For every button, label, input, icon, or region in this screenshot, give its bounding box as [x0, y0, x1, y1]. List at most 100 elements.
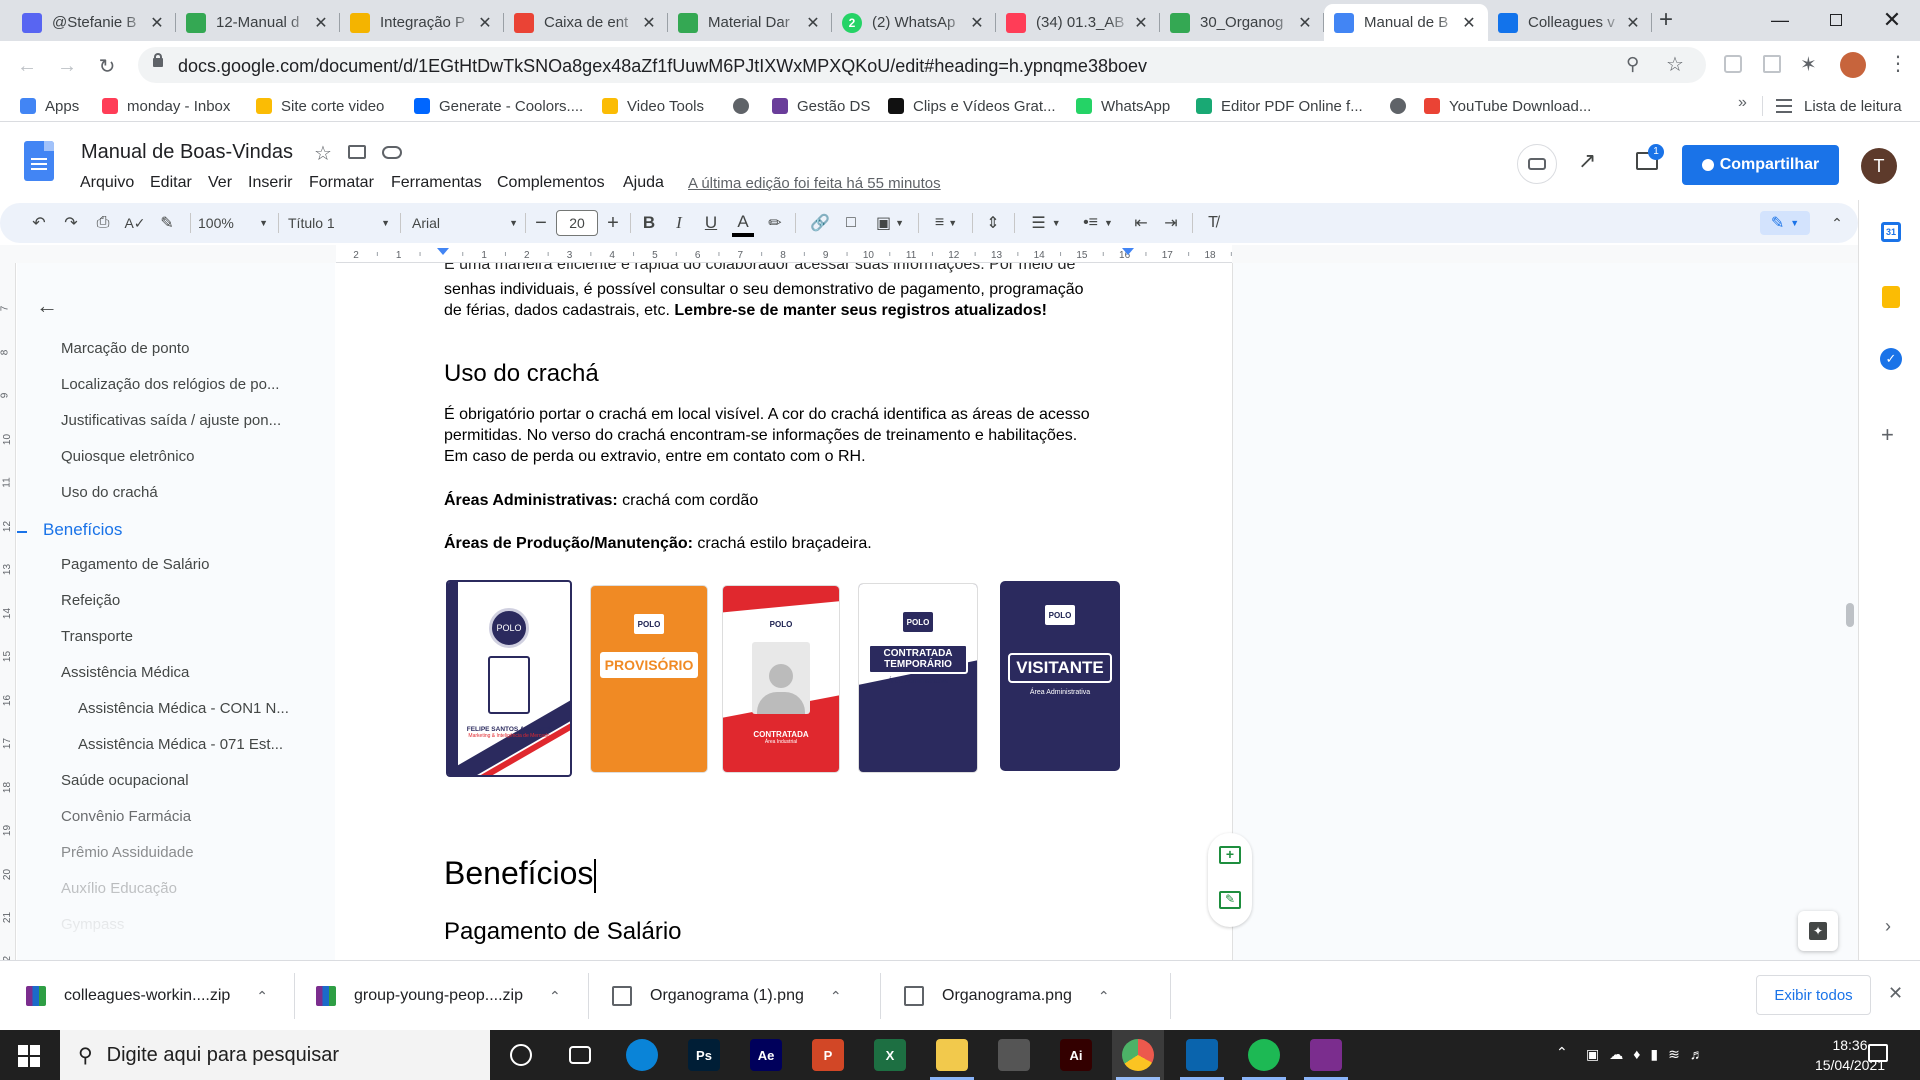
star-icon[interactable]: ☆: [314, 141, 332, 166]
increase-indent-icon[interactable]: ⇥: [1160, 211, 1182, 235]
badge-contratada-image[interactable]: POLO CONTRATADA Área Industrial: [722, 585, 840, 773]
link-icon[interactable]: 🔗: [808, 211, 832, 235]
winrar-icon[interactable]: [1310, 1039, 1342, 1071]
browser-menu-icon[interactable]: ⋮: [1888, 51, 1908, 77]
store-icon[interactable]: [998, 1039, 1030, 1071]
spellcheck-icon[interactable]: A✓: [124, 211, 146, 235]
last-edit-link[interactable]: A última edição foi feita há 55 minutos: [688, 175, 941, 192]
close-tab-icon[interactable]: ✕: [1624, 13, 1642, 33]
bookmark-item[interactable]: Generate - Coolors....: [414, 95, 583, 117]
bookmark-item[interactable]: WhatsApp: [1076, 95, 1170, 117]
close-tab-icon[interactable]: ✕: [640, 13, 658, 33]
show-all-button[interactable]: Exibir todos: [1756, 975, 1871, 1015]
outline-item[interactable]: Quiosque eletrônico: [61, 448, 311, 465]
address-bar[interactable]: docs.google.com/document/d/1EGtHtDwTkSNO…: [138, 47, 1706, 83]
redo-icon[interactable]: ↷: [60, 211, 82, 235]
vertical-ruler[interactable]: 78910111213141516171819202122: [0, 263, 16, 967]
outline-item[interactable]: Marcação de ponto: [61, 340, 311, 357]
bookmark-item[interactable]: Gestão DS: [772, 95, 870, 117]
back-icon[interactable]: ←: [14, 53, 40, 79]
reload-icon[interactable]: ↻: [94, 53, 120, 79]
italic-icon[interactable]: I: [668, 211, 690, 235]
menu-ferramentas[interactable]: Ferramentas: [391, 174, 482, 192]
browser-tab[interactable]: Manual de B ✕: [1324, 4, 1488, 41]
outline-item[interactable]: Assistência Médica - 071 Est...: [78, 736, 313, 753]
download-item[interactable]: group-young-peop....zip ⌃: [316, 961, 561, 1031]
align-icon[interactable]: ≡ ▼: [928, 211, 964, 235]
new-tab-button[interactable]: +: [1652, 8, 1680, 33]
font-select[interactable]: Arial ▼: [412, 211, 518, 235]
extension-grid-icon[interactable]: [1763, 55, 1781, 73]
after-effects-icon[interactable]: Ae: [750, 1039, 782, 1071]
highlight-icon[interactable]: ✏: [764, 211, 786, 235]
bookmark-item[interactable]: Apps: [20, 95, 79, 117]
file-explorer-icon[interactable]: [936, 1039, 968, 1071]
add-comment-float-icon[interactable]: +: [1219, 846, 1241, 864]
taskbar-search[interactable]: ⚲ Digite aqui para pesquisar: [60, 1030, 490, 1080]
decrease-font-size-button[interactable]: −: [530, 211, 552, 235]
explore-button[interactable]: ✦: [1798, 911, 1838, 951]
close-tab-icon[interactable]: ✕: [804, 13, 822, 33]
user-avatar[interactable]: T: [1861, 148, 1897, 184]
bulleted-list-icon[interactable]: •≡ ▼: [1078, 211, 1118, 235]
menu-inserir[interactable]: Inserir: [248, 174, 292, 192]
browser-tab[interactable]: @Stefanie B ✕: [12, 4, 176, 41]
outline-item[interactable]: Uso do crachá: [61, 484, 311, 501]
increase-font-size-button[interactable]: +: [602, 211, 624, 235]
maximize-button[interactable]: [1808, 0, 1864, 40]
doc-title[interactable]: Manual de Boas-Vindas: [81, 141, 293, 164]
add-comment-icon[interactable]: □: [840, 211, 862, 235]
scrollbar-thumb[interactable]: [1846, 603, 1854, 627]
download-chevron-icon[interactable]: ⌃: [1098, 988, 1110, 1005]
browser-tab[interactable]: Integração P ✕: [340, 4, 504, 41]
powerpoint-icon[interactable]: P: [812, 1039, 844, 1071]
move-folder-icon[interactable]: [348, 145, 366, 159]
close-tab-icon[interactable]: ✕: [148, 13, 166, 33]
share-button[interactable]: Compartilhar: [1682, 145, 1839, 185]
bookmark-star-icon[interactable]: ☆: [1666, 52, 1684, 77]
hide-menus-chevron-icon[interactable]: ⌃: [1826, 211, 1848, 235]
download-chevron-icon[interactable]: ⌃: [256, 988, 268, 1005]
task-view-icon[interactable]: [569, 1046, 591, 1064]
mail-icon[interactable]: [1186, 1039, 1218, 1071]
meet-icon[interactable]: [1517, 144, 1557, 184]
more-bookmarks-icon[interactable]: »: [1738, 94, 1747, 112]
download-chevron-icon[interactable]: ⌃: [549, 988, 561, 1005]
style-select[interactable]: Título 1 ▼: [288, 211, 390, 235]
editing-mode-icon[interactable]: ✎ ▼: [1760, 211, 1810, 235]
browser-tab[interactable]: 2 (2) WhatsAp ✕: [832, 4, 996, 41]
cortana-icon[interactable]: [510, 1044, 532, 1066]
extension-icon[interactable]: [1724, 55, 1742, 73]
close-outline-icon[interactable]: ←: [36, 293, 58, 319]
bookmark-item[interactable]: Editor PDF Online f...: [1196, 95, 1363, 117]
outline-item[interactable]: Justificativas saída / ajuste pon...: [61, 412, 311, 429]
horizontal-ruler[interactable]: 2 1 1 2 3 4 5 6 7 8 9 10 11 12 13 14 15 16 17 18: [336, 245, 1232, 263]
browser-tab[interactable]: 30_Organog ✕: [1160, 4, 1324, 41]
outline-item[interactable]: Pagamento de Salário: [61, 556, 311, 573]
close-window-button[interactable]: ✕: [1864, 0, 1920, 40]
minimize-button[interactable]: —: [1752, 0, 1808, 40]
outline-item[interactable]: Assistência Médica: [61, 664, 311, 681]
reading-list[interactable]: Lista de leitura: [1776, 95, 1902, 117]
bookmark-item[interactable]: Clips e Vídeos Grat...: [888, 95, 1056, 117]
browser-tab[interactable]: 12-Manual d ✕: [176, 4, 340, 41]
menu-ver[interactable]: Ver: [208, 174, 232, 192]
edge-icon[interactable]: [626, 1039, 658, 1071]
zoom-icon[interactable]: ⚲: [1626, 54, 1639, 75]
close-tab-icon[interactable]: ✕: [476, 13, 494, 33]
close-downloads-icon[interactable]: ✕: [1888, 983, 1903, 1004]
paint-format-icon[interactable]: ✎: [156, 211, 178, 235]
profile-avatar[interactable]: [1840, 52, 1866, 78]
notifications-icon[interactable]: [1868, 1044, 1888, 1062]
outline-item[interactable]: Convênio Farmácia: [61, 808, 311, 825]
bookmark-item[interactable]: YouTube Download...: [1424, 95, 1591, 117]
extensions-puzzle-icon[interactable]: ✶: [1800, 52, 1817, 77]
expand-panel-icon[interactable]: ›: [1885, 916, 1891, 937]
text-color-icon[interactable]: A: [732, 211, 754, 237]
illustrator-icon[interactable]: Ai: [1060, 1039, 1092, 1071]
badge-employee-image[interactable]: POLO FELIPE SANTOS ANTUNES Marketing & I…: [446, 580, 572, 777]
outline-item[interactable]: Saúde ocupacional: [61, 772, 311, 789]
download-item[interactable]: colleagues-workin....zip ⌃: [26, 961, 268, 1031]
excel-icon[interactable]: X: [874, 1039, 906, 1071]
forward-icon[interactable]: →: [54, 53, 80, 79]
